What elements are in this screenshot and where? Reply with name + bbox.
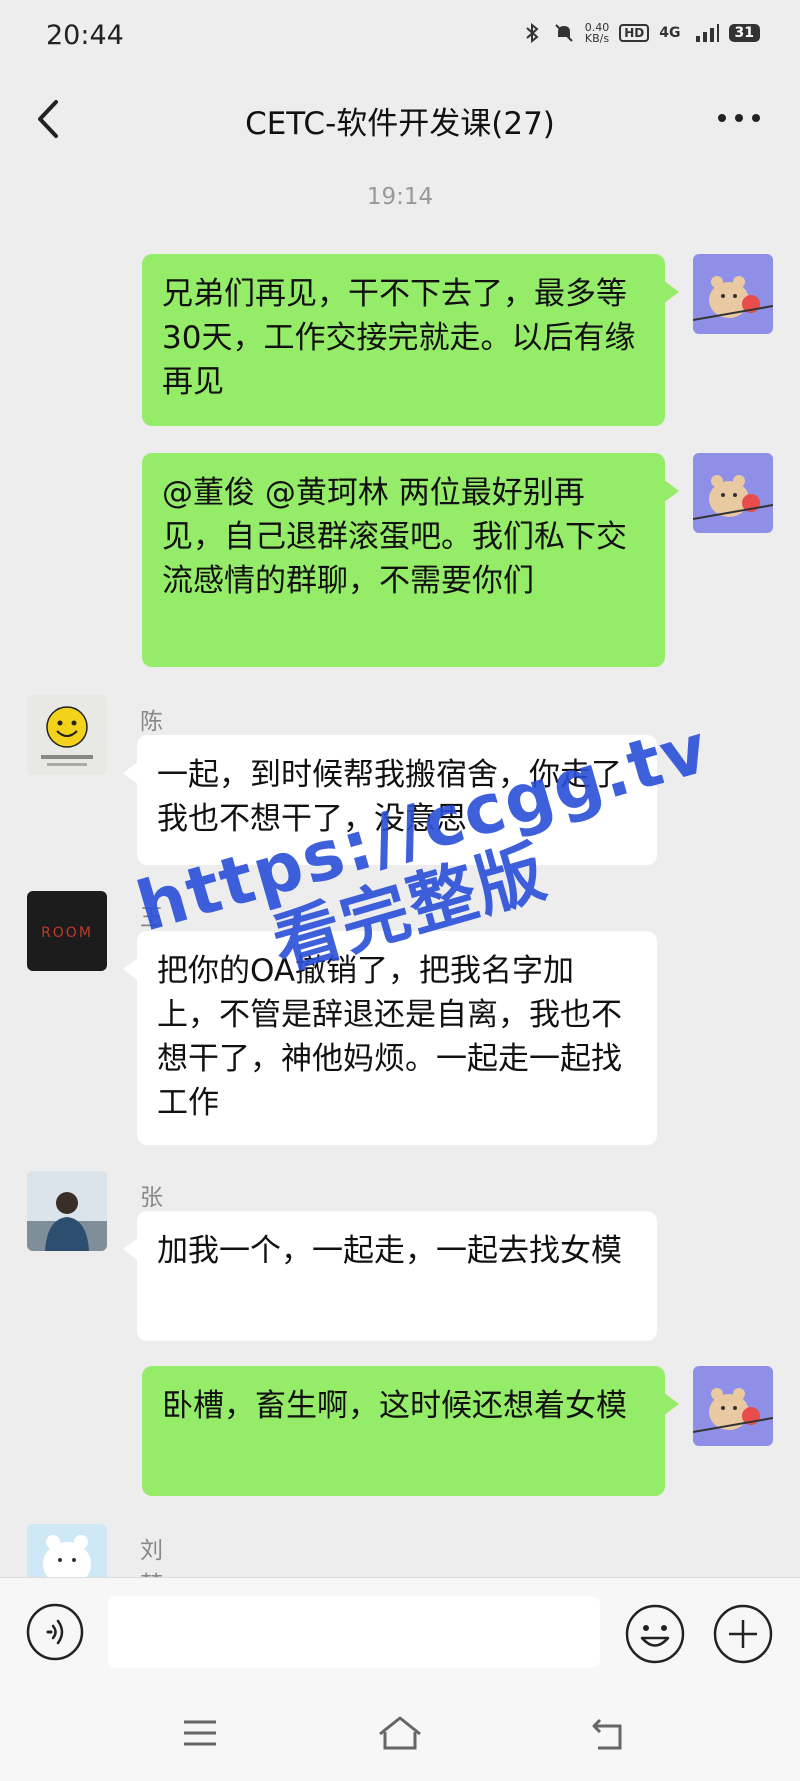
bear-avatar-image	[693, 475, 773, 520]
message-bubble[interactable]: @董俊 @黄珂林 两位最好别再见，自己退群滚蛋吧。我们私下交流感情的群聊，不需要…	[142, 453, 679, 667]
chat-title: CETC-软件开发课(27)	[245, 106, 555, 142]
person-avatar-image	[27, 1171, 107, 1251]
voice-icon[interactable]	[26, 1603, 84, 1661]
message-bubble[interactable]: 加我一个，一起走，一起去找女模	[123, 1211, 657, 1341]
input-bar	[0, 1577, 800, 1688]
status-time: 20:44	[46, 20, 124, 51]
status-indicators: 0.40 KB/s HD 4G 31	[521, 22, 760, 44]
bluetooth-icon	[526, 22, 539, 44]
message-text: @董俊 @黄珂林 两位最好别再见，自己退群滚蛋吧。我们私下交流感情的群聊，不需要…	[162, 475, 627, 599]
network-speed: 0.40 KB/s	[585, 22, 610, 44]
hd-badge: HD	[619, 24, 650, 42]
chat-timestamp: 19:14	[366, 184, 434, 210]
avatar[interactable]	[693, 254, 773, 334]
room-avatar-image: ROOM	[41, 925, 93, 941]
home-icon[interactable]	[370, 1708, 430, 1758]
avatar[interactable]	[27, 1171, 107, 1251]
chat-header: CETC-软件开发课(27)	[0, 74, 800, 164]
avatar[interactable]	[693, 1366, 773, 1446]
battery-indicator: 31	[728, 24, 760, 42]
bear-white-avatar-image	[43, 1535, 91, 1577]
status-bar: 20:44 0.40 KB/s HD 4G 31	[0, 0, 800, 74]
avatar[interactable]	[27, 1524, 107, 1577]
signal-icon	[695, 24, 719, 42]
message-text: 加我一个，一起走，一起去找女模	[157, 1233, 622, 1269]
menu-icon[interactable]	[170, 1708, 230, 1758]
bear-avatar-image	[693, 1388, 773, 1433]
message-bubble[interactable]: 兄弟们再见，干不下去了，最多等30天，工作交接完就走。以后有缘再见	[142, 254, 679, 426]
system-nav-bar	[0, 1688, 800, 1781]
svg-text:ROOM: ROOM	[41, 925, 93, 941]
plus-icon[interactable]	[712, 1603, 774, 1665]
network-type: 4G	[659, 25, 681, 41]
message-text: 卧槽，畜生啊，这时候还想着女模	[162, 1388, 627, 1424]
smiley-avatar-image	[41, 706, 93, 766]
message-text: 兄弟们再见，干不下去了，最多等30天，工作交接完就走。以后有缘再见	[162, 276, 636, 400]
message-bubble[interactable]: 卧槽，畜生啊，这时候还想着女模	[142, 1366, 679, 1496]
avatar[interactable]	[693, 453, 773, 533]
avatar[interactable]: ROOM	[27, 891, 107, 971]
network-speed-unit: KB/s	[584, 32, 610, 45]
bear-avatar-image	[693, 276, 773, 321]
message-input[interactable]	[108, 1596, 600, 1668]
return-icon[interactable]	[580, 1708, 640, 1758]
avatar[interactable]	[27, 695, 107, 775]
emoji-icon[interactable]	[624, 1603, 686, 1665]
more-dots-icon[interactable]	[714, 98, 764, 138]
mute-icon	[555, 24, 573, 42]
